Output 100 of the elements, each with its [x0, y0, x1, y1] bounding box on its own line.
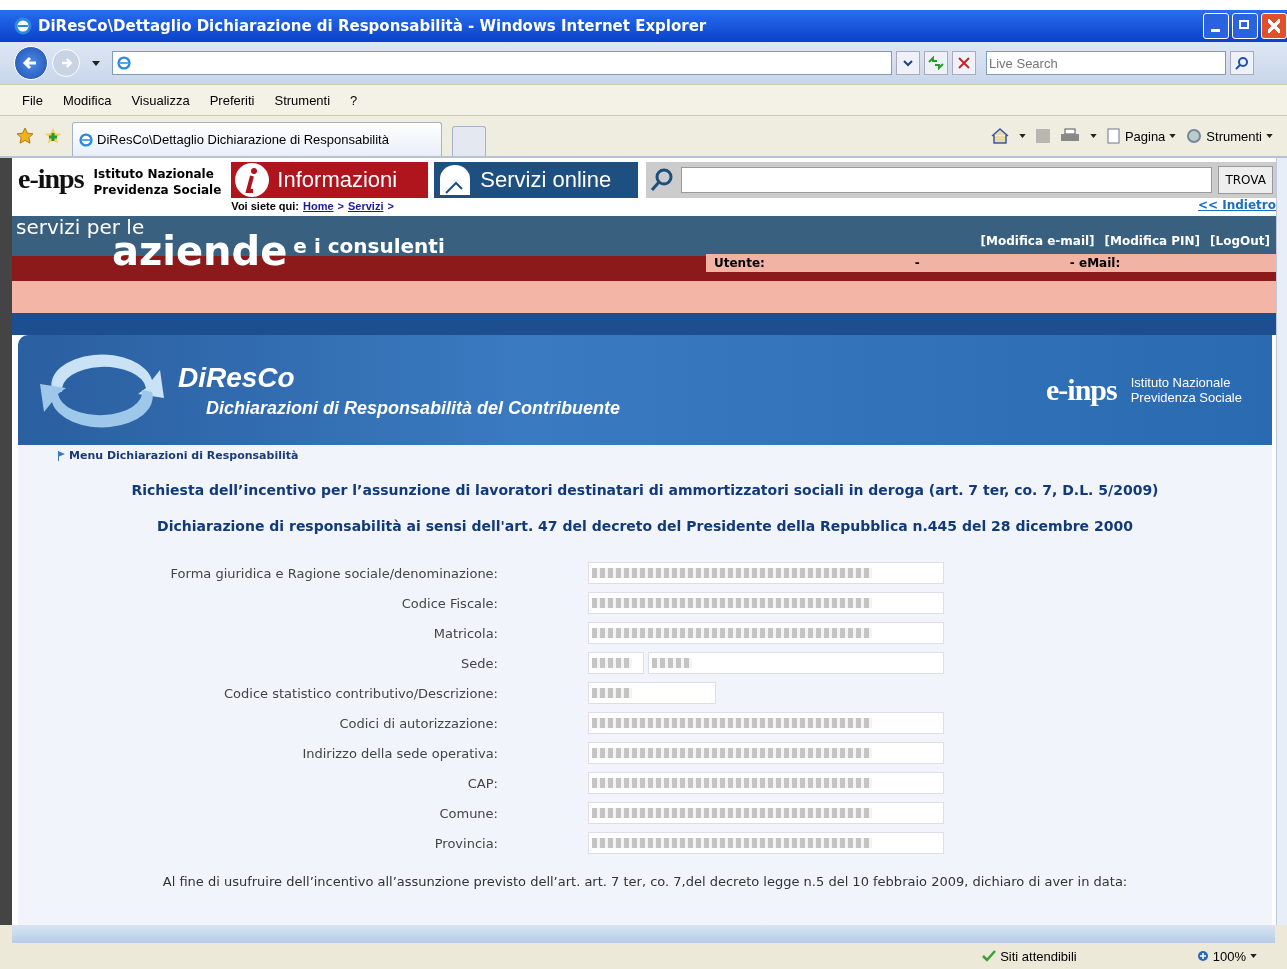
input-field[interactable]	[588, 652, 644, 674]
app-subtitle: Dichiarazioni di Responsabilità del Contribuente	[206, 397, 621, 419]
restore-button[interactable]	[1232, 13, 1258, 39]
input-field[interactable]	[648, 652, 944, 674]
dropdown-button[interactable]	[896, 51, 920, 75]
field-label: Codici di autorizzazione:	[338, 715, 498, 731]
horizontal-scrollbar[interactable]	[12, 925, 1275, 943]
e-inps-logo[interactable]: e-inps	[18, 162, 84, 196]
breadcrumb-separator: >	[387, 200, 394, 212]
input-field[interactable]	[588, 622, 944, 644]
banner-text: e i consulenti	[293, 234, 445, 258]
menu-item[interactable]: Modifica	[62, 92, 112, 108]
section-heading: Richiesta dell’incentivo per l’assunzione di lavoratori destinatari di ammortizzatori sociali in deroga (art. 7 ter, co. 7, D.L. 5/2009)	[130, 482, 1160, 498]
back-button[interactable]	[14, 46, 48, 80]
caret-icon[interactable]	[92, 60, 100, 66]
field-label: Provincia:	[433, 835, 498, 851]
redacted-value	[592, 688, 632, 698]
browser-logo-icon	[14, 17, 32, 35]
field-label: CAP:	[466, 775, 498, 791]
app-title: DiResCo	[178, 361, 296, 394]
security-zone: Siti attendibili	[982, 948, 1077, 964]
stop-button[interactable]	[952, 51, 976, 75]
input-field[interactable]	[588, 802, 944, 824]
zoom-icon	[1196, 950, 1209, 962]
redacted-value	[592, 658, 632, 668]
caret-icon[interactable]	[1089, 134, 1097, 138]
search-button[interactable]: TROVA	[1218, 166, 1273, 194]
search-field[interactable]: Live Search	[986, 51, 1226, 75]
redacted-value	[652, 658, 692, 668]
org-name: Istituto Nazionale	[1130, 375, 1232, 390]
refresh-icon	[927, 56, 945, 70]
nav-tab[interactable]: Servizi online	[434, 162, 639, 198]
account-link[interactable]: [Modifica PIN]	[1104, 234, 1201, 248]
forward-button[interactable]	[52, 49, 80, 77]
breadcrumb-label: Voi siete qui:	[231, 200, 299, 212]
account-link[interactable]: [LogOut]	[1210, 234, 1270, 248]
caret-icon	[1250, 954, 1257, 958]
field-label: Sede:	[460, 655, 498, 671]
section-heading: Dichiarazione di responsabilità ai sensi dell'art. 47 del decreto del Presidente della Repubblica n.445 del 28 dicembre 2000	[156, 518, 1134, 534]
site-search-field[interactable]	[681, 167, 1213, 193]
checkmark-icon	[982, 950, 997, 962]
field-label: Comune:	[438, 805, 498, 821]
page-icon	[79, 132, 93, 147]
close-icon	[958, 57, 970, 69]
menu-item[interactable]: File	[22, 92, 43, 108]
menu-item[interactable]: Preferiti	[209, 92, 255, 108]
search-icon	[1235, 56, 1249, 70]
field-label: Codice Fiscale:	[400, 595, 498, 611]
menu-item[interactable]: ?	[350, 92, 358, 108]
back-link[interactable]: << Indietro	[1197, 198, 1276, 212]
window-title: DiResCo\Dettaglio Dichiarazione di Responsabilità - Windows Internet Explorer	[38, 17, 707, 35]
chevron-down-icon	[903, 59, 913, 67]
refresh-button[interactable]	[924, 51, 948, 75]
e-inps-logo: e-inps	[1046, 372, 1117, 408]
breadcrumb-separator: >	[337, 200, 344, 212]
field-label: Forma giuridica e Ragione sociale/denominazione:	[169, 565, 498, 581]
field-label: Indirizzo della sede operativa:	[301, 745, 498, 761]
star-icon[interactable]	[16, 127, 34, 145]
star-plus-icon[interactable]	[44, 127, 62, 145]
declaration-text: Al fine di usufruire dell’incentivo all’assunzione previsto dell’art. art. 7 ter, co. 7,del decreto legge n.5 del 10 febbraio 2009, dichiaro di aver in data:	[161, 874, 1129, 889]
page-icon	[117, 56, 131, 70]
email-label: - eMail:	[1069, 256, 1121, 270]
account-link[interactable]: [Modifica e-mail]	[980, 234, 1095, 248]
input-field[interactable]	[588, 742, 944, 764]
menu-link[interactable]: Menu Dichiarazioni di Responsabilità	[69, 449, 299, 462]
printer-icon[interactable]	[1059, 128, 1080, 144]
minimize-button[interactable]	[1203, 13, 1229, 39]
browser-tab[interactable]: DiResCo\Dettaglio Dichiarazione di Responsabilità	[72, 122, 442, 156]
caret-icon	[1266, 134, 1273, 138]
input-field[interactable]	[588, 562, 944, 584]
org-name: Previdenza Sociale	[1130, 390, 1242, 405]
caret-icon[interactable]	[1018, 134, 1026, 138]
page-menu[interactable]: Pagina	[1106, 128, 1177, 144]
menu-item[interactable]: Strumenti	[274, 92, 331, 108]
flag-icon	[58, 450, 65, 461]
close-button[interactable]	[1261, 13, 1287, 39]
field-label: Codice statistico contributivo/Descrizione:	[223, 685, 498, 701]
search-button[interactable]	[1230, 51, 1254, 75]
input-field[interactable]	[588, 712, 944, 734]
zoom-level[interactable]: 100%	[1196, 948, 1257, 964]
user-label: Utente:	[714, 256, 765, 270]
tools-menu[interactable]: Strumenti	[1186, 128, 1273, 144]
input-field[interactable]	[588, 772, 944, 794]
document-icon	[1106, 128, 1121, 144]
breadcrumb-link[interactable]: Servizi	[348, 200, 384, 212]
separator-text: -	[914, 256, 920, 270]
field-label: Matricola:	[432, 625, 498, 641]
vertical-scrollbar[interactable]	[1276, 158, 1287, 925]
address-field[interactable]	[112, 51, 892, 75]
caret-icon	[1169, 134, 1177, 138]
home-icon[interactable]	[990, 128, 1009, 144]
new-tab-button[interactable]	[452, 126, 486, 156]
nav-tab[interactable]: Informazioni	[231, 162, 429, 198]
input-field[interactable]	[588, 682, 716, 704]
info-icon	[235, 163, 270, 197]
input-field[interactable]	[588, 832, 944, 854]
menu-item[interactable]: Visualizza	[131, 92, 190, 108]
breadcrumb-link[interactable]: Home	[303, 200, 334, 212]
org-name: Istituto Nazionale	[93, 166, 215, 182]
input-field[interactable]	[588, 592, 944, 614]
